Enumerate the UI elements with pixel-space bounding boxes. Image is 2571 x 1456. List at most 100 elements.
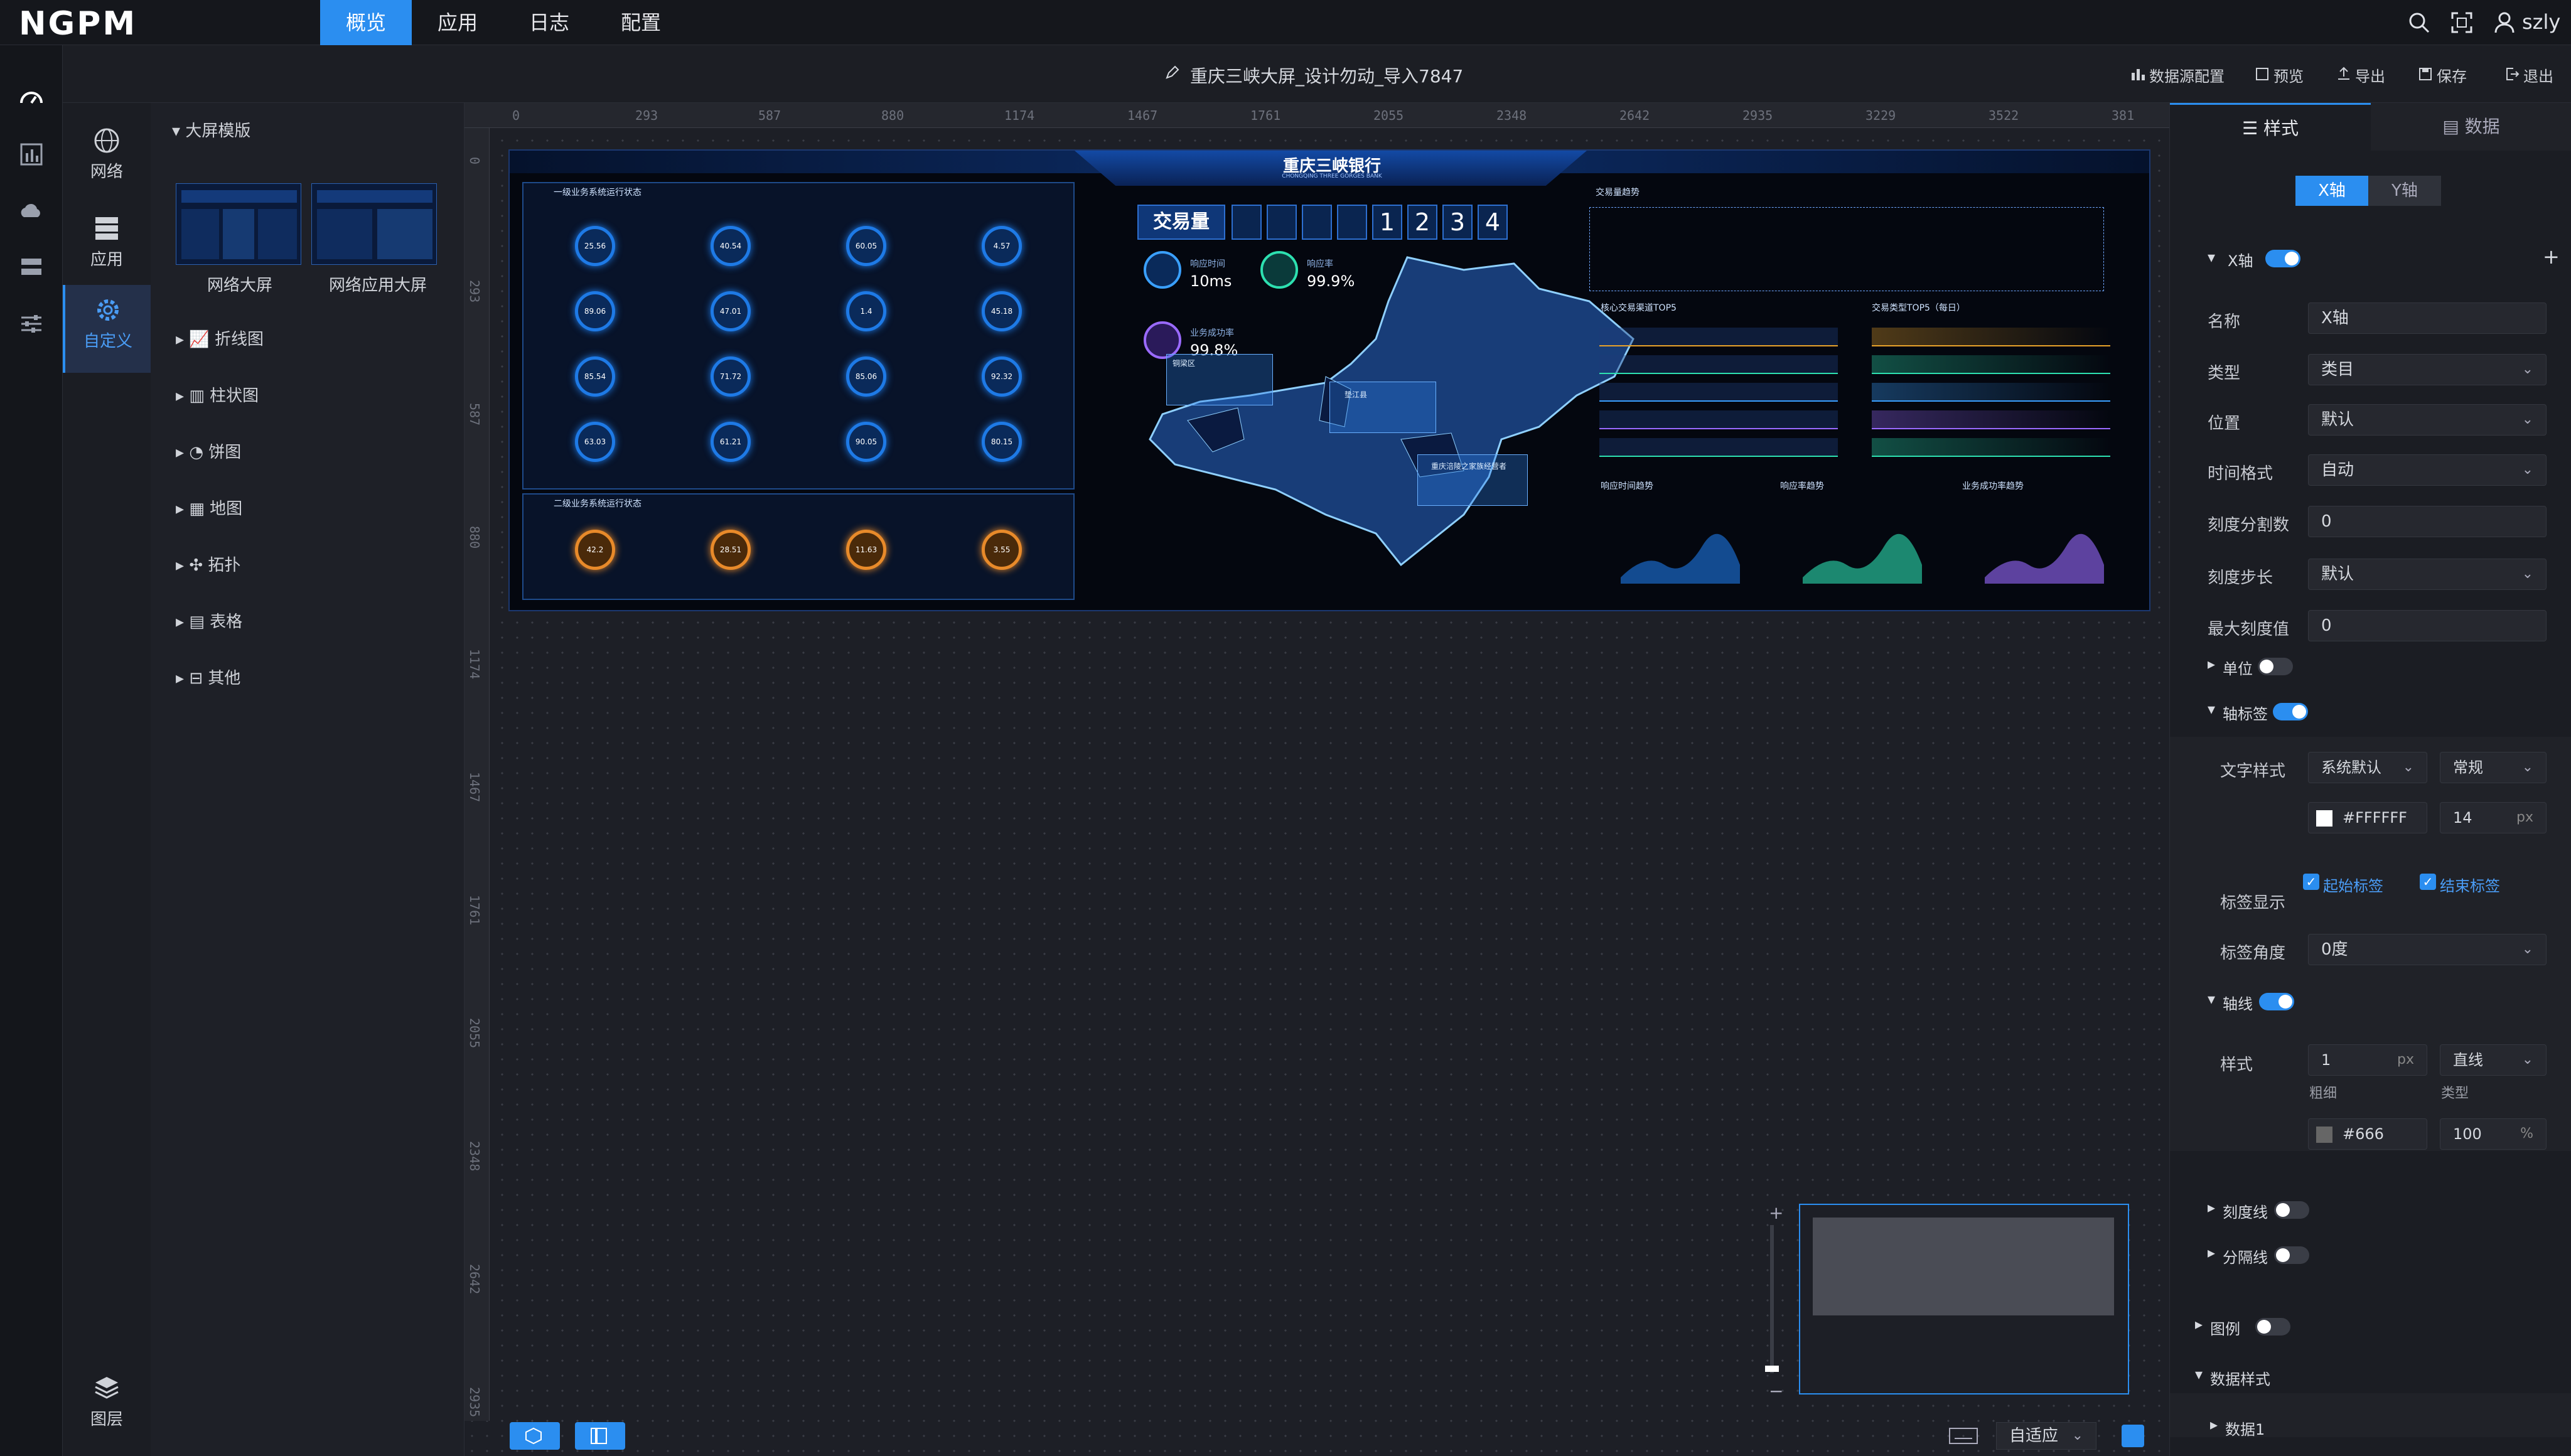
gauge-cell[interactable]: 63.03 [532, 409, 664, 469]
fontsize-input[interactable]: 14 px [2440, 802, 2547, 833]
category-layers[interactable]: 图层 [63, 1368, 151, 1456]
minimap-toggle-icon[interactable] [2122, 1425, 2144, 1447]
unit-toggle[interactable] [2258, 658, 2293, 675]
gauge-cell[interactable]: 92.32 [939, 344, 1071, 404]
axislabel-toggle[interactable] [2273, 703, 2308, 720]
gauge-cell[interactable]: 11.63 [803, 517, 935, 577]
font-select[interactable]: 系统默认 ⌄ [2308, 752, 2427, 783]
gauge-cell[interactable]: 80.15 [939, 409, 1071, 469]
caret-down-icon[interactable]: ▾ [2208, 990, 2215, 1008]
caret-right-icon[interactable]: ▸ [2208, 1244, 2215, 1261]
gauge-cell[interactable]: 25.56 [532, 213, 664, 274]
maxtick-input[interactable]: 0 [2308, 610, 2547, 641]
angle-select[interactable]: 0度 ⌄ [2308, 934, 2547, 965]
gauge-cell[interactable]: 47.01 [668, 279, 800, 339]
zoom-out-icon[interactable]: − [1769, 1381, 1783, 1401]
caret-right-icon[interactable]: ▸ [2195, 1315, 2203, 1333]
export-button[interactable]: 导出 [2355, 64, 2385, 86]
legend-toggle[interactable] [2255, 1318, 2290, 1336]
axis-toggle[interactable] [2265, 250, 2300, 267]
tree-item-pie[interactable]: ▸ ◔ 饼图 [176, 439, 241, 463]
caret-right-icon[interactable]: ▸ [2208, 1199, 2215, 1216]
nav-config[interactable]: 配置 [595, 0, 687, 45]
gauge-cell[interactable]: 40.54 [668, 213, 800, 274]
tree-item-line[interactable]: ▸ 📈 折线图 [176, 326, 264, 350]
name-input[interactable]: X轴 [2308, 302, 2547, 334]
preview-button[interactable]: 预览 [2273, 64, 2304, 86]
dashboard-screen[interactable]: 重庆三峡银行 CHONGQING THREE GORGES BANK 一级业务系… [508, 149, 2150, 611]
tickstep-select[interactable]: 默认 ⌄ [2308, 559, 2547, 590]
storage-icon[interactable] [16, 252, 46, 282]
caret-right-icon[interactable]: ▸ [2210, 1416, 2218, 1433]
linecolor-input[interactable]: #666 [2308, 1118, 2427, 1150]
gauge-cell[interactable]: 3.55 [939, 517, 1071, 577]
save-button[interactable]: 保存 [2437, 64, 2467, 86]
y-axis-tab[interactable]: Y轴 [2368, 176, 2441, 206]
minimap[interactable] [1799, 1204, 2129, 1394]
weight-select[interactable]: 常规 ⌄ [2440, 752, 2547, 783]
zoom-slider[interactable] [1770, 1225, 1774, 1373]
caret-down-icon[interactable]: ▾ [2208, 700, 2215, 718]
datasource-button[interactable]: 数据源配置 [2149, 64, 2225, 86]
splitline-toggle[interactable] [2274, 1246, 2309, 1264]
panel-toggle-button[interactable] [575, 1422, 625, 1450]
exit-button[interactable]: 退出 [2523, 64, 2553, 86]
gauge-cell[interactable]: 45.18 [939, 279, 1071, 339]
chart-icon[interactable] [16, 139, 46, 169]
gauge-cell[interactable]: 60.05 [803, 213, 935, 274]
fullscreen-icon[interactable] [2450, 11, 2473, 34]
gauge-cell[interactable]: 71.72 [668, 344, 800, 404]
caret-right-icon[interactable]: ▸ [2208, 655, 2215, 673]
nav-overview[interactable]: 概览 [320, 0, 412, 45]
tab-data[interactable]: ▤ 数据 [2371, 103, 2571, 151]
end-label-checkbox[interactable]: ✓ [2420, 874, 2436, 890]
3d-view-button[interactable] [510, 1422, 560, 1450]
gauge-cell[interactable]: 61.21 [668, 409, 800, 469]
caret-down-icon[interactable]: ▾ [2208, 249, 2215, 266]
gauge-cell[interactable]: 1.4 [803, 279, 935, 339]
doc-title[interactable]: 重庆三峡大屏_设计勿动_导入7847 [1190, 63, 1463, 88]
color-swatch[interactable] [2316, 1127, 2332, 1143]
tab-style[interactable]: ☰ 样式 [2170, 103, 2371, 151]
user-icon[interactable] [2493, 11, 2516, 34]
category-network[interactable]: 网络 [63, 115, 151, 203]
gauge-cell[interactable]: 4.57 [939, 213, 1071, 274]
tickcount-input[interactable]: 0 [2308, 506, 2547, 537]
tree-item-table[interactable]: ▸ ▤ 表格 [176, 609, 242, 632]
zoom-slider-handle[interactable] [1765, 1366, 1779, 1372]
nav-apps[interactable]: 应用 [412, 0, 503, 45]
gauge-cell[interactable]: 89.06 [532, 279, 664, 339]
add-icon[interactable]: + [2543, 245, 2560, 269]
opacity-input[interactable]: 100% [2440, 1118, 2547, 1150]
template-group[interactable]: ▾ 大屏模版 [172, 118, 250, 141]
timefmt-select[interactable]: 自动 ⌄ [2308, 454, 2547, 486]
template-thumb-network-app[interactable] [311, 183, 437, 265]
tickline-toggle[interactable] [2274, 1201, 2309, 1219]
tree-item-bar[interactable]: ▸ ▥ 柱状图 [176, 383, 259, 406]
start-label-checkbox[interactable]: ✓ [2303, 874, 2319, 890]
linewidth-input[interactable]: 1 px [2308, 1044, 2427, 1076]
keyboard-icon[interactable] [1948, 1426, 1978, 1446]
gauge-cell[interactable]: 42.2 [532, 517, 664, 577]
username[interactable]: szly [2522, 10, 2560, 34]
category-custom[interactable]: 自定义 [63, 285, 151, 373]
trend-chart-area[interactable] [1589, 207, 2104, 291]
gauge-cell[interactable]: 85.06 [803, 344, 935, 404]
tree-item-other[interactable]: ▸ ⊟ 其他 [176, 665, 240, 688]
color-swatch[interactable] [2316, 810, 2332, 827]
linetype-select[interactable]: 直线 ⌄ [2440, 1044, 2547, 1076]
gauge-cell[interactable]: 85.54 [532, 344, 664, 404]
settings-sliders-icon[interactable] [16, 309, 46, 339]
tree-item-map[interactable]: ▸ ▦ 地图 [176, 496, 242, 519]
template-thumb-network[interactable] [176, 183, 301, 265]
zoom-in-icon[interactable]: + [1769, 1202, 1783, 1223]
category-apps[interactable]: 应用 [63, 203, 151, 291]
nav-logs[interactable]: 日志 [503, 0, 595, 45]
type-select[interactable]: 类目 ⌄ [2308, 354, 2547, 385]
cloud-icon[interactable] [16, 196, 46, 226]
gauge-cell[interactable]: 90.05 [803, 409, 935, 469]
zoom-select[interactable]: 自适应 ⌄ [1996, 1422, 2096, 1450]
dashboard-icon[interactable] [16, 83, 46, 113]
gauge-cell[interactable]: 28.51 [668, 517, 800, 577]
color-input[interactable]: #FFFFFF [2308, 802, 2427, 833]
